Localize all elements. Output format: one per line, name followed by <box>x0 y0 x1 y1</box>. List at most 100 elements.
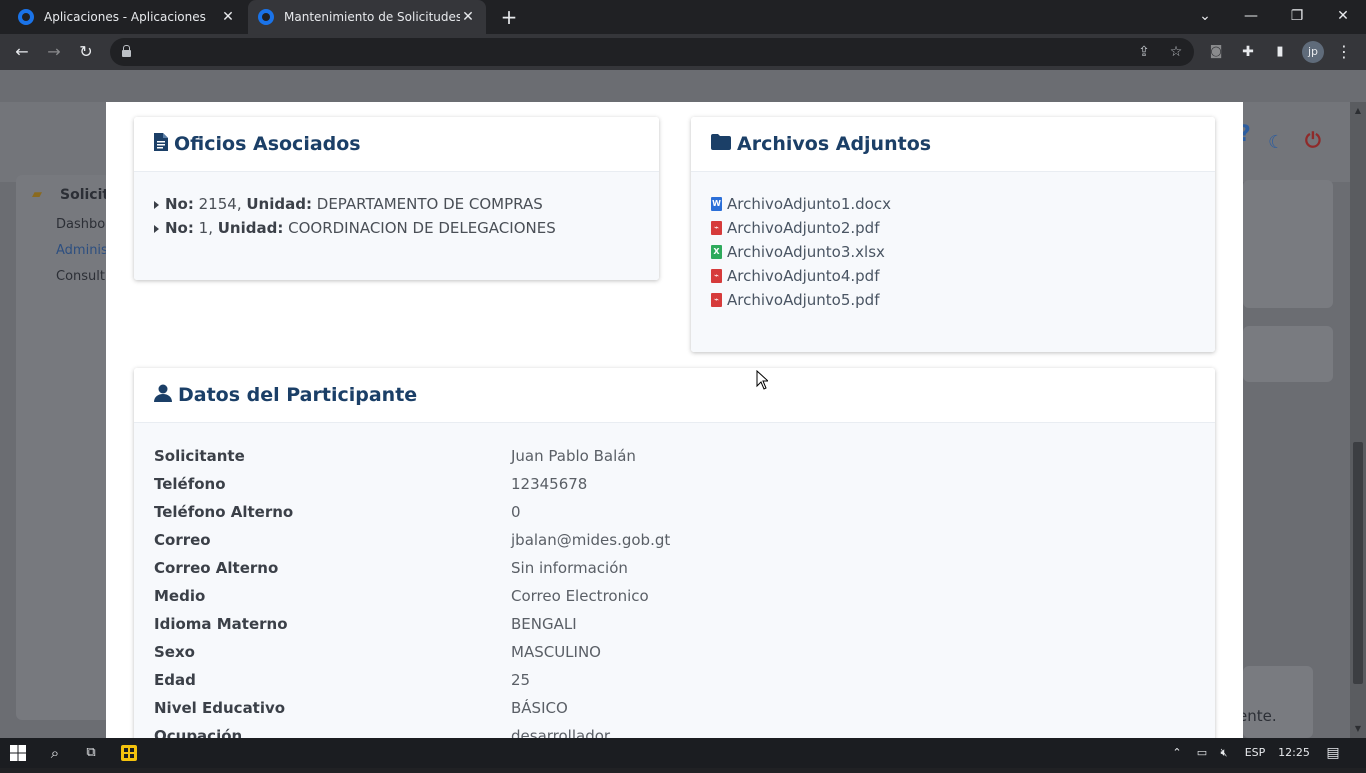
tray-chevron-up-icon[interactable]: ⌃ <box>1168 738 1186 768</box>
participante-card-title: Datos del Participante <box>178 384 418 406</box>
detail-label: Medio <box>154 587 206 605</box>
power-icon[interactable]: ⏻ <box>1305 128 1321 152</box>
page-viewport: ☰ U ? ☾ ⏻ ▰ Solicitu Dashbo Adminis Cons… <box>0 70 1366 738</box>
caret-right-icon <box>154 224 159 233</box>
background-card <box>1243 666 1313 738</box>
detail-value: jbalan@mides.gob.gt <box>511 531 671 549</box>
file-link[interactable]: ⌁ ArchivoAdjunto2.pdf <box>711 216 1195 240</box>
extensions-puzzle-icon[interactable]: ✚ <box>1236 40 1260 64</box>
notifications-icon[interactable]: ▤ <box>1322 738 1344 768</box>
site-favicon-icon <box>258 9 274 25</box>
forward-arrow-icon[interactable]: → <box>42 40 66 64</box>
file-link[interactable]: W ArchivoAdjunto1.docx <box>711 192 1195 216</box>
detail-label: Correo Alterno <box>154 559 279 577</box>
mouse-cursor-icon <box>756 370 768 390</box>
input-language[interactable]: ESP <box>1240 738 1270 768</box>
browser-tab-active[interactable]: Mantenimiento de Solicitudes - In ✕ <box>248 0 486 34</box>
sidebar-item-consulta[interactable]: Consult <box>56 269 105 284</box>
detail-row: Edad 25 <box>154 666 1195 694</box>
detail-row: Sexo MASCULINO <box>154 638 1195 666</box>
file-name[interactable]: ArchivoAdjunto3.xlsx <box>727 240 885 264</box>
file-link[interactable]: ⌁ ArchivoAdjunto4.pdf <box>711 264 1195 288</box>
oficio-unidad-label: Unidad: <box>246 195 312 213</box>
close-tab-icon[interactable]: ✕ <box>220 9 236 25</box>
user-icon <box>154 384 172 407</box>
detail-value: 12345678 <box>511 475 588 493</box>
file-name[interactable]: ArchivoAdjunto2.pdf <box>727 216 879 240</box>
oficio-item[interactable]: No: 2154, Unidad: DEPARTAMENTO DE COMPRA… <box>154 192 639 216</box>
detail-value: Juan Pablo Balán <box>511 447 636 465</box>
detail-label: Edad <box>154 671 196 689</box>
detail-row: Idioma Materno BENGALI <box>154 610 1195 638</box>
datos-participante-card: Datos del Participante Solicitante Juan P… <box>134 368 1215 738</box>
pdf-file-icon: ⌁ <box>711 269 722 283</box>
back-arrow-icon[interactable]: ← <box>10 40 34 64</box>
detail-value: 0 <box>511 503 521 521</box>
chrome-app-icon[interactable] <box>116 738 142 768</box>
detail-row: Correo Alterno Sin información <box>154 554 1195 582</box>
background-footer-text: ente. <box>1238 707 1277 725</box>
detail-label: Ocupación <box>154 727 243 738</box>
participante-details: Solicitante Juan Pablo Balán Teléfono 1234… <box>134 423 1215 738</box>
oficio-item[interactable]: No: 1, Unidad: COORDINACION DE DELEGACIO… <box>154 216 639 240</box>
close-window-icon[interactable]: ✕ <box>1320 0 1366 34</box>
tab-title: Mantenimiento de Solicitudes - In <box>284 10 460 24</box>
profile-avatar[interactable]: jp <box>1302 41 1324 63</box>
lock-icon <box>122 45 131 57</box>
minimize-icon[interactable]: — <box>1228 0 1274 34</box>
detail-value: Correo Electronico <box>511 587 649 605</box>
browser-tab-bar: Aplicaciones - Aplicaciones ✕ Mantenimie… <box>0 0 1366 34</box>
scroll-up-arrow-icon[interactable]: ▲ <box>1350 106 1366 115</box>
detail-row: Correo jbalan@mides.gob.gt <box>154 526 1195 554</box>
detail-label: Idioma Materno <box>154 615 288 633</box>
excel-file-icon: X <box>711 245 722 259</box>
background-card <box>1243 326 1333 382</box>
folder-icon: ▰ <box>32 187 42 202</box>
search-icon[interactable]: ⌕ <box>42 738 68 768</box>
detail-label: Correo <box>154 531 211 549</box>
archivos-adjuntos-card: Archivos Adjuntos W ArchivoAdjunto1.docx… <box>691 117 1215 352</box>
scrollbar-thumb[interactable] <box>1353 442 1363 684</box>
site-favicon-icon <box>18 9 34 25</box>
participante-card-header: Datos del Participante <box>134 368 1215 423</box>
oficios-card-title: Oficios Asociados <box>174 133 361 155</box>
detail-value: Sin información <box>511 559 628 577</box>
network-icon[interactable]: ▭ <box>1192 738 1212 768</box>
browser-menu-icon[interactable]: ⋮ <box>1332 40 1356 64</box>
scroll-down-arrow-icon[interactable]: ▼ <box>1350 724 1366 733</box>
pdf-file-icon: ⌁ <box>711 221 722 235</box>
sidebar-item-dashboard[interactable]: Dashbo <box>56 217 105 232</box>
file-link[interactable]: ⌁ ArchivoAdjunto5.pdf <box>711 288 1195 312</box>
address-bar[interactable]: ⇪ ☆ <box>110 38 1194 66</box>
page-scrollbar[interactable]: ▲ ▼ <box>1350 102 1366 738</box>
tab-title: Aplicaciones - Aplicaciones <box>44 10 206 24</box>
restore-icon[interactable]: ❐ <box>1274 0 1320 34</box>
windows-start-icon[interactable] <box>6 738 30 768</box>
volume-muted-icon[interactable]: 🔇︎ <box>1214 738 1234 768</box>
new-tab-button[interactable]: + <box>498 5 520 29</box>
detail-row: Nivel Educativo BÁSICO <box>154 694 1195 722</box>
browser-tab[interactable]: Aplicaciones - Aplicaciones ✕ <box>8 0 246 34</box>
bookmark-star-icon[interactable]: ☆ <box>1164 40 1188 64</box>
tab-search-chevron-icon[interactable]: ⌄ <box>1182 0 1228 34</box>
task-view-icon[interactable]: ⧉ <box>78 738 104 768</box>
oficio-no-label: No: <box>165 219 194 237</box>
oficio-no-value: 2154 <box>198 195 237 213</box>
close-tab-icon[interactable]: ✕ <box>460 9 476 25</box>
detail-label: Teléfono <box>154 475 226 493</box>
file-name[interactable]: ArchivoAdjunto5.pdf <box>727 288 879 312</box>
system-clock[interactable]: 12:25 <box>1274 738 1314 768</box>
background-card <box>1243 180 1333 308</box>
file-name[interactable]: ArchivoAdjunto1.docx <box>727 192 891 216</box>
detail-value: 25 <box>511 671 531 689</box>
side-panel-icon[interactable]: ▮ <box>1268 40 1292 64</box>
reload-icon[interactable]: ↻ <box>74 40 98 64</box>
dark-mode-moon-icon[interactable]: ☾ <box>1268 132 1284 153</box>
share-icon[interactable]: ⇪ <box>1132 40 1156 64</box>
archivos-card-header: Archivos Adjuntos <box>691 117 1215 172</box>
file-link[interactable]: X ArchivoAdjunto3.xlsx <box>711 240 1195 264</box>
camera-icon[interactable]: ◙ <box>1204 40 1228 64</box>
detail-value: desarrollador <box>511 727 611 738</box>
sidebar-item-administracion[interactable]: Adminis <box>56 243 108 258</box>
file-name[interactable]: ArchivoAdjunto4.pdf <box>727 264 879 288</box>
